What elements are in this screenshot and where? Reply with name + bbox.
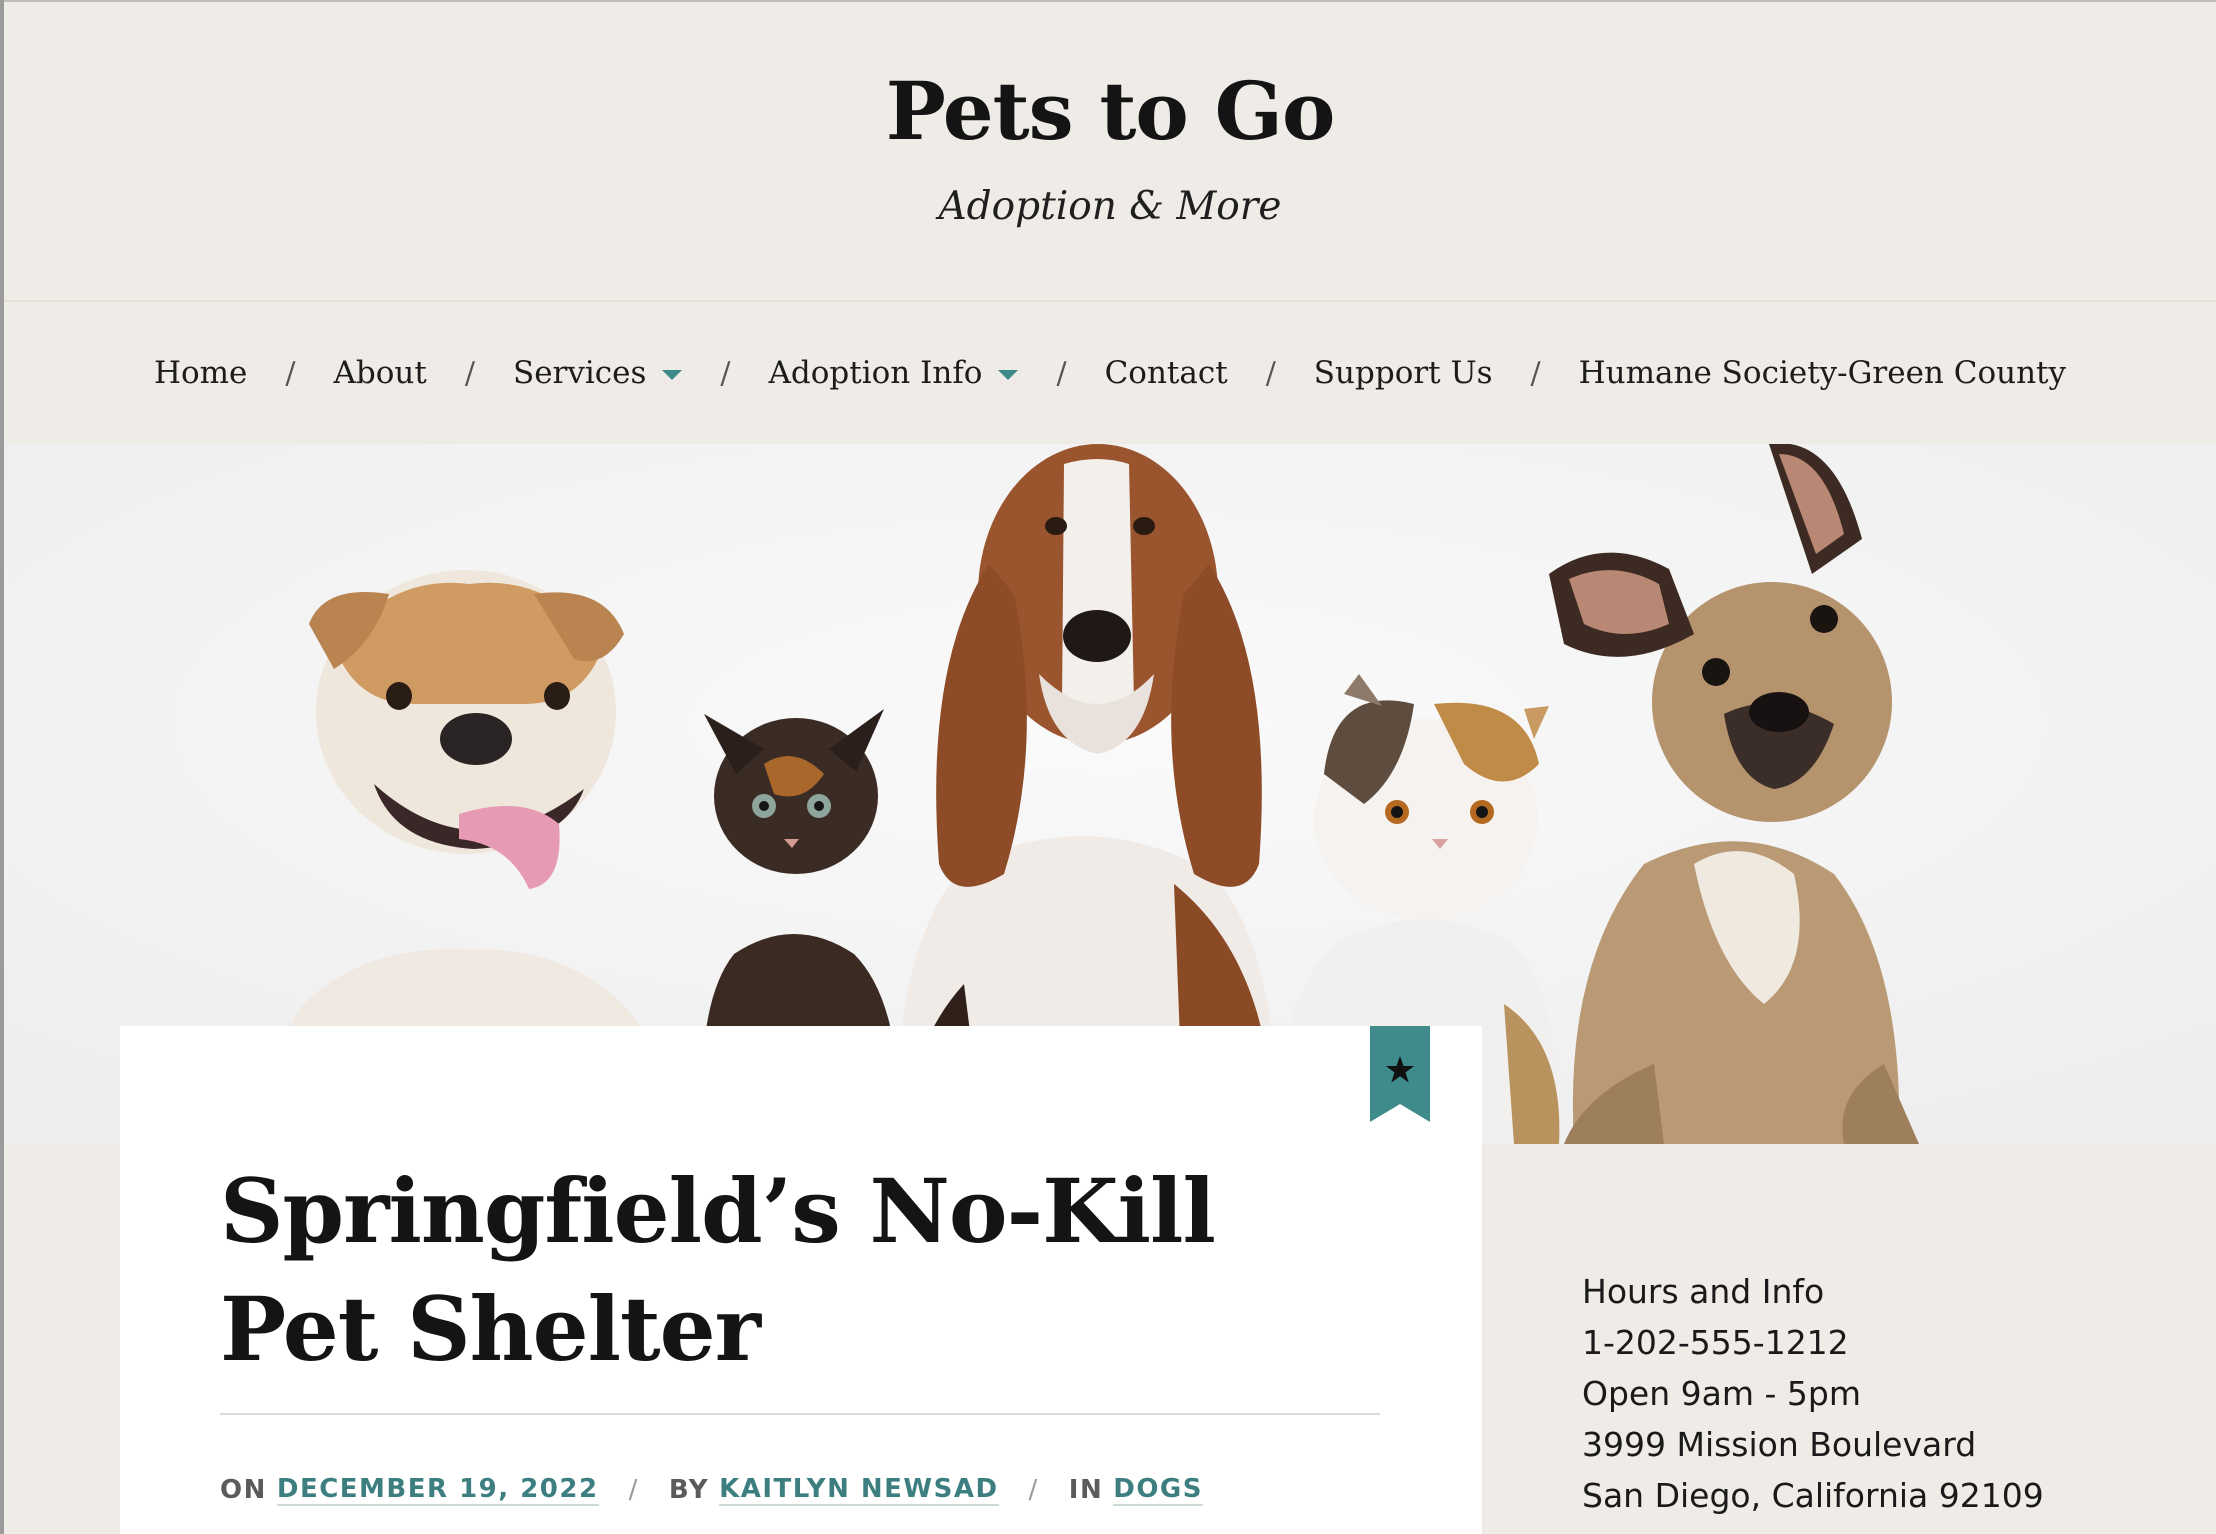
nav-label: About	[333, 355, 427, 391]
street-address: 3999 Mission Boulevard	[1582, 1425, 1977, 1464]
star-icon	[1370, 1026, 1430, 1122]
nav-label: Humane Society-Green County	[1578, 355, 2067, 391]
nav-separator: /	[720, 355, 731, 391]
site-title[interactable]: Pets to Go	[4, 64, 2216, 158]
meta-category-prefix: IN	[1068, 1475, 1104, 1505]
nav-item-contact[interactable]: Contact	[1105, 355, 1228, 391]
site-header: Pets to Go Adoption & More	[4, 2, 2216, 302]
nav-item-humane-society[interactable]: Humane Society-Green County	[1579, 355, 2066, 391]
post-title-line1: Springfield’s No-Kill	[220, 1159, 1216, 1263]
meta-date-prefix: ON	[220, 1475, 267, 1505]
sidebar-hours-info-widget: Hours and Info 1-202-555-1212 Open 9am -…	[1582, 1266, 2142, 1521]
nav-item-services[interactable]: Services	[512, 355, 683, 391]
post-category-link[interactable]: DOGS	[1113, 1474, 1203, 1506]
main-navigation: Home / About / Services / Adoption Info …	[4, 302, 2216, 444]
chevron-down-icon[interactable]	[998, 370, 1019, 380]
featured-post-badge	[1370, 1026, 1430, 1122]
nav-separator: /	[285, 355, 296, 391]
nav-item-support-us[interactable]: Support Us	[1314, 355, 1493, 391]
nav-separator: /	[1056, 355, 1067, 391]
nav-label: Contact	[1104, 355, 1228, 391]
post-date-link[interactable]: DECEMBER 19, 2022	[276, 1474, 599, 1506]
nav-item-about[interactable]: About	[334, 355, 427, 391]
widget-title: Hours and Info	[1582, 1272, 1825, 1311]
nav-label: Adoption Info	[768, 355, 983, 391]
nav-label: Services	[512, 355, 647, 391]
nav-item-home[interactable]: Home	[154, 355, 247, 391]
nav-separator: /	[464, 355, 475, 391]
meta-author-prefix: BY	[668, 1475, 710, 1505]
post-title-line2: Pet Shelter	[220, 1277, 761, 1381]
chevron-down-icon[interactable]	[662, 370, 683, 380]
post-author-link[interactable]: KAITLYN NEWSAD	[719, 1474, 999, 1506]
post-meta: ON DECEMBER 19, 2022 / BY KAITLYN NEWSAD…	[220, 1470, 1203, 1510]
city-state-zip: San Diego, California 92109	[1582, 1476, 2044, 1515]
meta-separator: /	[628, 1475, 639, 1505]
nav-separator: /	[1530, 355, 1541, 391]
nav-label: Support Us	[1313, 355, 1493, 391]
meta-separator: /	[1028, 1475, 1039, 1505]
title-divider	[220, 1413, 1380, 1415]
nav-separator: /	[1265, 355, 1276, 391]
phone-number: 1-202-555-1212	[1582, 1323, 1849, 1362]
nav-item-adoption-info[interactable]: Adoption Info	[769, 355, 1019, 391]
site-tagline: Adoption & More	[938, 184, 1282, 229]
nav-label: Home	[153, 355, 248, 391]
post-title[interactable]: Springfield’s No-Kill Pet Shelter	[220, 1152, 1220, 1388]
opening-hours: Open 9am - 5pm	[1582, 1374, 1861, 1413]
